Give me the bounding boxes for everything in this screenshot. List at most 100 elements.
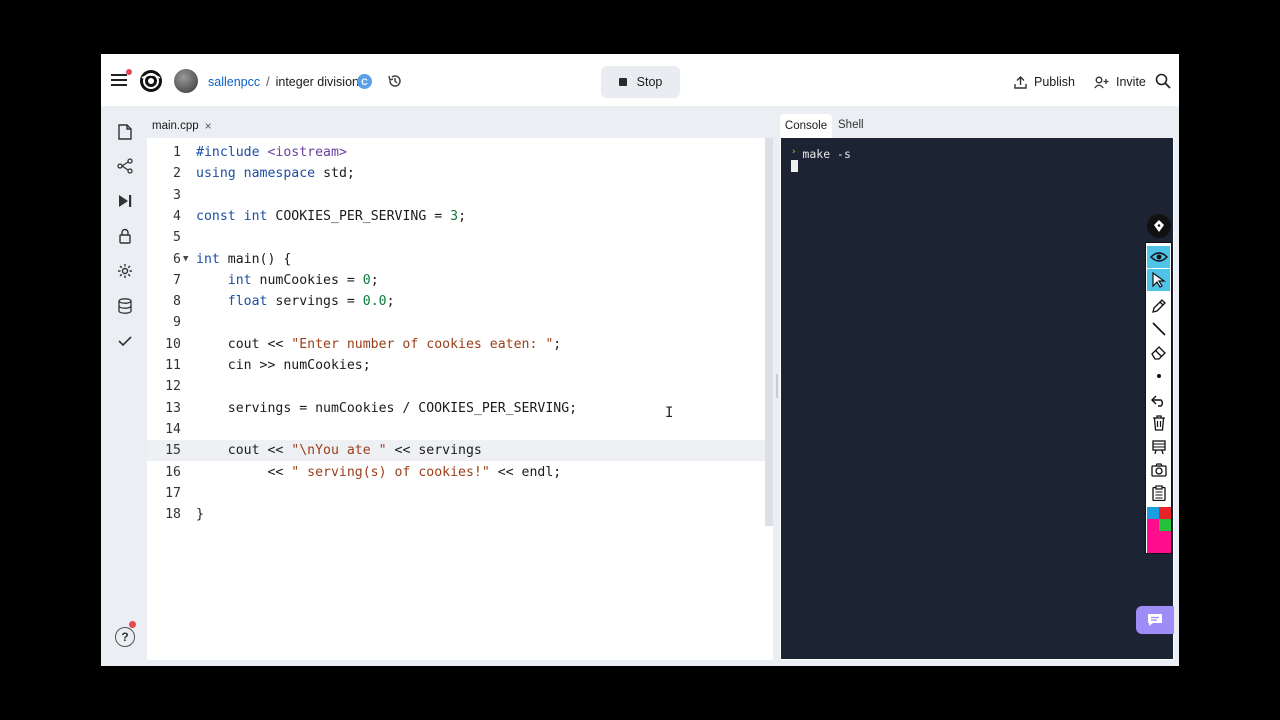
color-swatch-green[interactable] <box>1159 519 1171 531</box>
run-debug-button[interactable] <box>116 192 134 210</box>
stop-button[interactable]: Stop <box>601 66 680 98</box>
code-text: servings = numCookies / COOKIES_PER_SERV… <box>196 400 578 416</box>
tool-screenshot[interactable] <box>1147 459 1170 481</box>
tool-eraser[interactable] <box>1147 341 1170 363</box>
code-line[interactable]: 12 <box>147 376 765 397</box>
help-button[interactable]: ? <box>115 627 135 647</box>
code-text: using namespace std; <box>196 166 355 182</box>
code-line[interactable]: 11 cin >> numCookies; <box>147 355 765 376</box>
pen-icon <box>1151 299 1166 313</box>
annotation-tool-list <box>1145 242 1172 554</box>
pen-nib-icon <box>1154 220 1164 232</box>
prompt-icon: › <box>791 147 797 157</box>
file-icon <box>118 124 132 140</box>
code-line[interactable]: 5 <box>147 227 765 248</box>
line-number: 4 <box>173 208 181 224</box>
tool-clipboard[interactable] <box>1147 482 1170 504</box>
checkmark-icon <box>118 336 132 347</box>
tab-console[interactable]: Console <box>780 114 832 138</box>
line-number: 9 <box>173 315 181 331</box>
code-line[interactable]: 4 const int COOKIES_PER_SERVING = 3; <box>147 206 765 227</box>
files-button[interactable] <box>116 123 134 141</box>
checks-button[interactable] <box>116 332 134 350</box>
invite-button[interactable]: Invite <box>1088 70 1152 94</box>
feedback-chat-button[interactable] <box>1136 606 1174 634</box>
history-icon <box>388 75 401 87</box>
breadcrumb-separator: / <box>266 75 270 89</box>
notification-dot <box>126 69 132 75</box>
color-swatch-pink[interactable] <box>1147 519 1159 531</box>
console-command: make -s <box>802 147 851 161</box>
pen-nib-toggle[interactable] <box>1147 214 1171 238</box>
fold-arrow-icon[interactable]: ▼ <box>183 249 188 270</box>
console-output[interactable]: › make -s <box>780 138 1174 660</box>
tool-dot[interactable] <box>1147 365 1170 387</box>
breadcrumb-repl-name[interactable]: integer division <box>276 75 359 89</box>
search-button[interactable] <box>1155 73 1171 89</box>
active-color-swatch[interactable] <box>1147 531 1171 553</box>
database-button[interactable] <box>116 297 134 315</box>
line-number: 13 <box>165 400 181 416</box>
editor-scrollbar[interactable] <box>765 138 773 526</box>
tool-eye[interactable] <box>1147 246 1170 268</box>
code-text: cout << "\nYou ate " << servings <box>196 443 482 459</box>
publish-button[interactable]: Publish <box>1008 70 1081 94</box>
color-swatch-blue[interactable] <box>1147 507 1159 519</box>
git-button[interactable] <box>116 157 134 175</box>
left-tool-rail <box>101 106 147 666</box>
code-line[interactable]: 15 cout << "\nYou ate " << servings <box>147 440 765 462</box>
tool-board[interactable] <box>1147 436 1170 458</box>
line-number: 7 <box>173 272 181 288</box>
tab-shell[interactable]: Shell <box>838 119 864 131</box>
text-cursor-icon: I <box>665 405 674 421</box>
line-number: 10 <box>165 336 181 352</box>
line-number: 1 <box>173 145 181 160</box>
close-icon[interactable]: × <box>205 119 212 133</box>
replit-logo[interactable] <box>139 69 163 93</box>
code-line[interactable]: 17 <box>147 483 765 504</box>
breadcrumb: sallenpcc / integer division <box>208 72 359 92</box>
tool-undo[interactable] <box>1147 389 1170 411</box>
code-line[interactable]: 9 <box>147 312 765 333</box>
code-line[interactable]: 14 <box>147 419 765 440</box>
tab-main-cpp[interactable]: main.cpp × <box>152 119 212 133</box>
code-line[interactable]: 6 ▼ int main() { <box>147 249 765 270</box>
code-line[interactable]: 7 int numCookies = 0; <box>147 270 765 291</box>
line-number: 14 <box>165 421 181 437</box>
secrets-button[interactable] <box>116 227 134 245</box>
hamburger-menu-button[interactable] <box>109 69 132 90</box>
tool-line[interactable] <box>1147 318 1170 340</box>
add-user-icon <box>1094 76 1109 88</box>
color-swatch-grid[interactable] <box>1147 507 1171 531</box>
clipboard-icon <box>1151 485 1166 501</box>
code-line[interactable]: 2 using namespace std; <box>147 163 765 184</box>
console-tab-bar: Console Shell <box>780 114 1174 138</box>
board-icon <box>1151 440 1166 455</box>
tab-label: main.cpp <box>152 120 199 132</box>
undo-icon <box>1150 395 1163 407</box>
code-editor[interactable]: 1 #include <iostream> 2 using namespace std… <box>147 138 773 660</box>
history-button[interactable] <box>387 73 403 89</box>
user-avatar[interactable] <box>174 69 198 93</box>
line-number: 6 <box>173 251 181 267</box>
code-line[interactable]: 18} <box>147 504 765 525</box>
code-line[interactable]: 10 cout << "Enter number of cookies eate… <box>147 334 765 355</box>
color-swatch-red[interactable] <box>1159 507 1171 519</box>
stop-icon <box>618 78 627 86</box>
tool-trash[interactable] <box>1147 412 1170 434</box>
chat-icon <box>1148 614 1162 626</box>
code-line[interactable]: 16 << " serving(s) of cookies!" << endl; <box>147 462 765 483</box>
tool-pointer[interactable] <box>1147 269 1170 291</box>
code-text: float servings = 0.0; <box>227 294 395 310</box>
line-icon <box>1151 322 1166 336</box>
repl-workspace: sallenpcc / integer division C Stop Publ… <box>101 54 1179 666</box>
code-line[interactable]: 1 #include <iostream> <box>147 142 765 163</box>
tool-pen[interactable] <box>1147 295 1170 317</box>
code-line[interactable]: 3 <box>147 185 765 206</box>
breadcrumb-username[interactable]: sallenpcc <box>208 75 260 89</box>
divider-handle[interactable] <box>776 374 778 398</box>
invite-label: Invite <box>1116 75 1146 89</box>
code-line[interactable]: 8 float servings = 0.0; <box>147 291 765 312</box>
settings-button[interactable] <box>116 262 134 280</box>
annotation-toolbar <box>1145 214 1172 554</box>
